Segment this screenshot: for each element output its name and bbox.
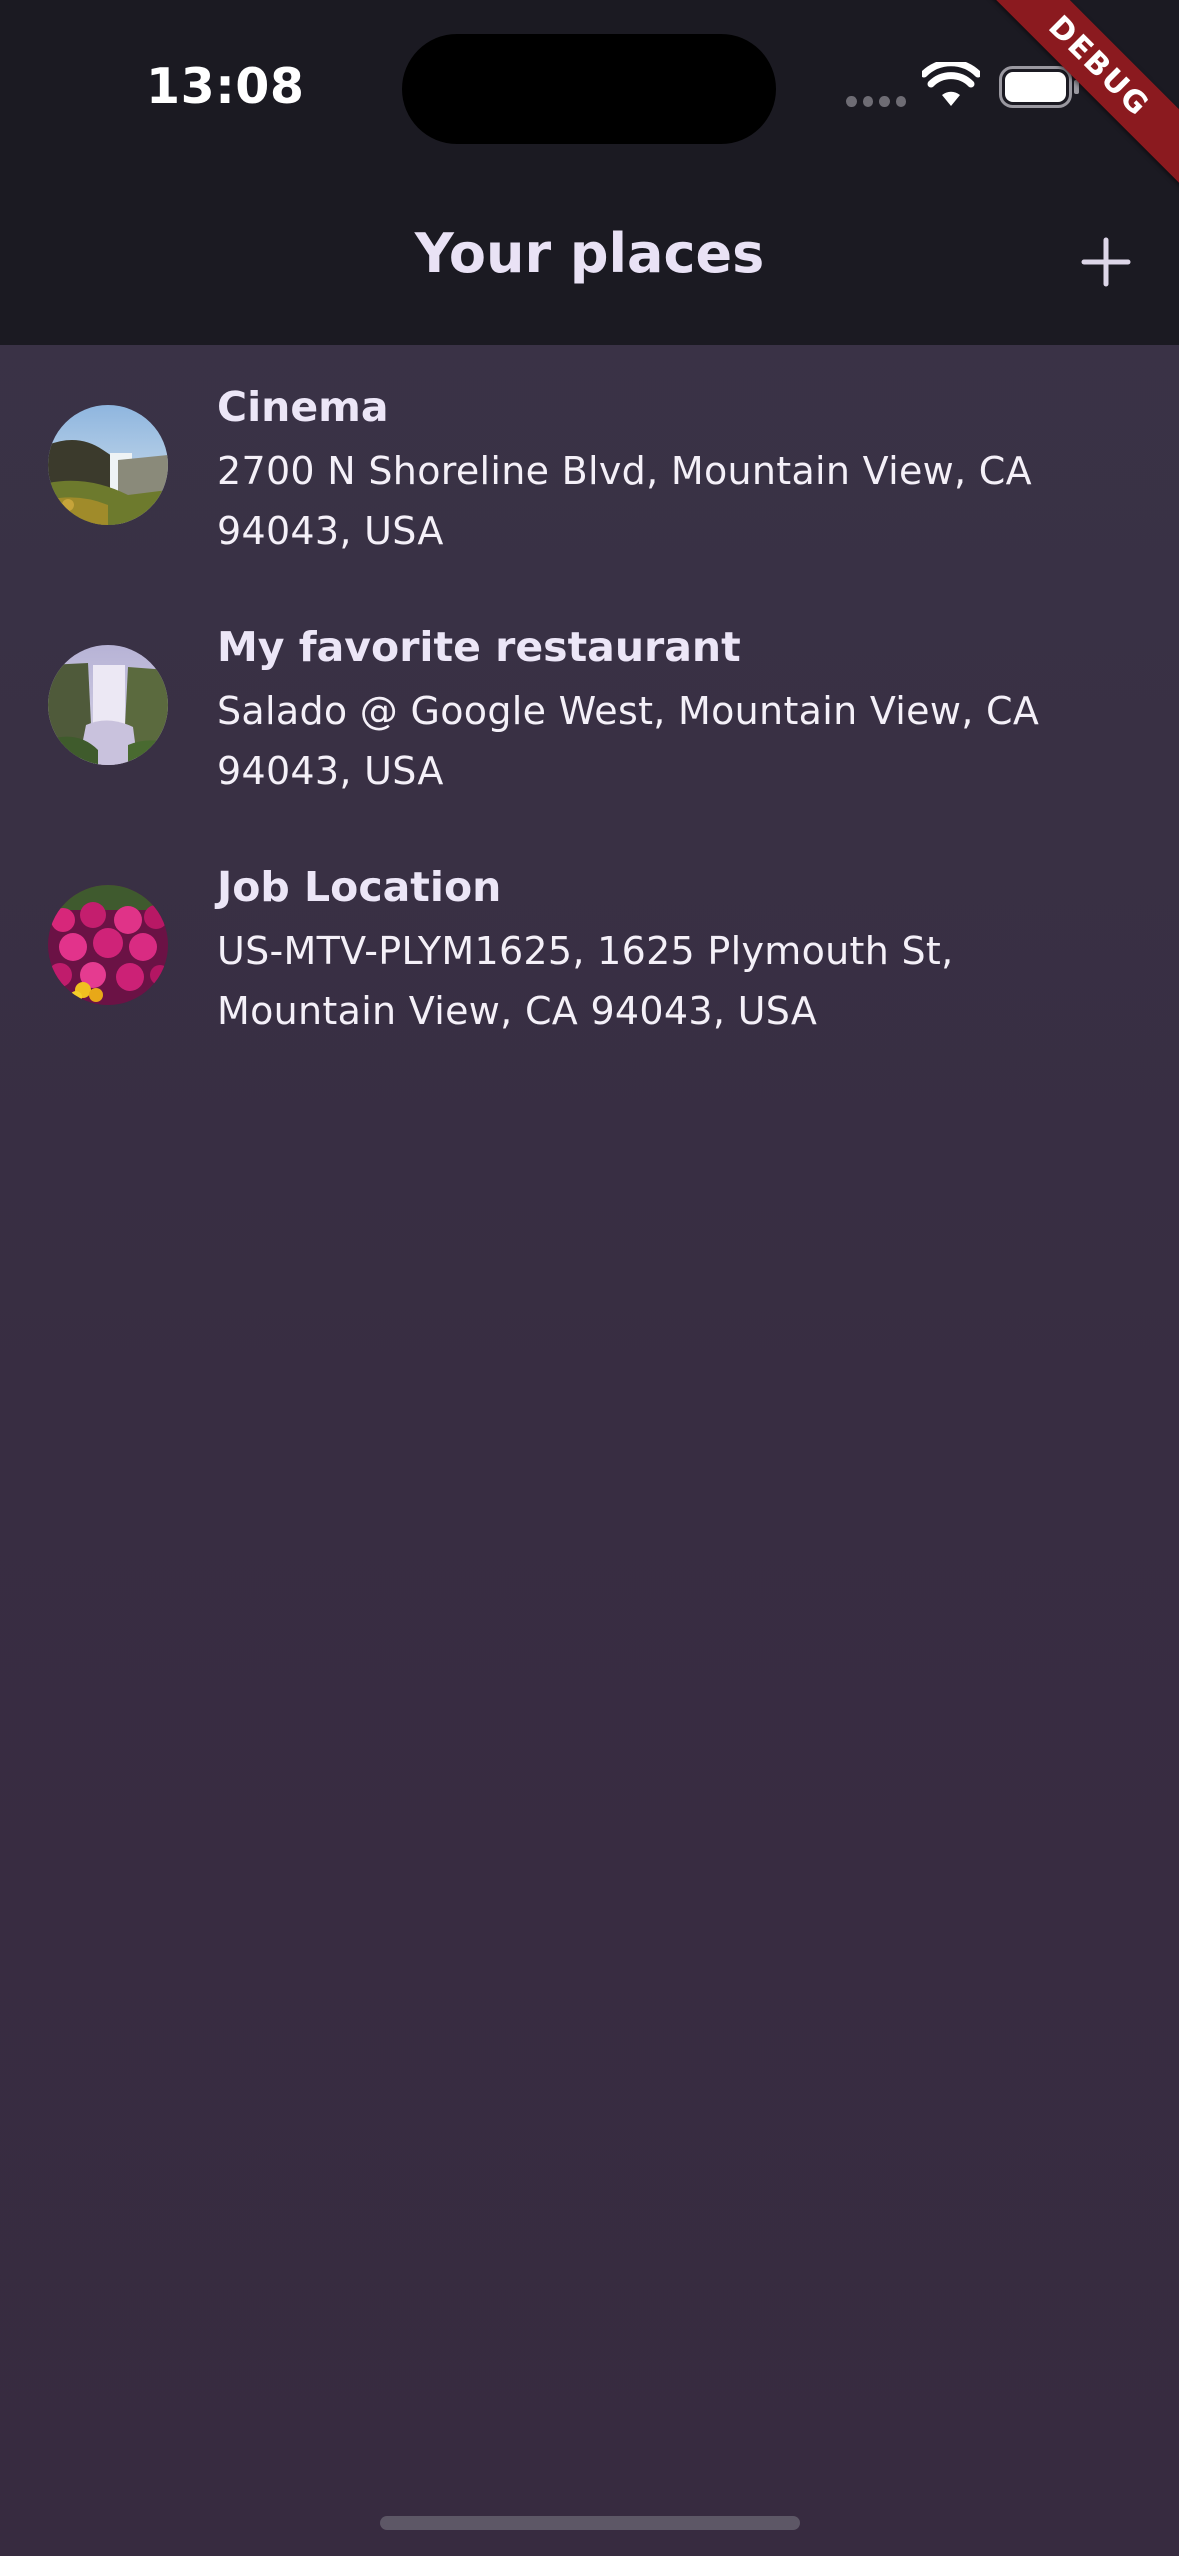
place-title: Job Location [217,863,502,911]
place-thumbnail [48,645,168,765]
place-thumbnail [48,405,168,525]
place-title: My favorite restaurant [217,623,741,671]
list-item[interactable]: Job Location US-MTV-PLYM1625, 1625 Plymo… [0,825,1179,1065]
status-time: 13:08 [146,58,305,115]
home-indicator[interactable] [380,2516,800,2530]
list-item[interactable]: Cinema 2700 N Shoreline Blvd, Mountain V… [0,345,1179,585]
place-address: 2700 N Shoreline Blvd, Mountain View, CA… [217,449,1032,553]
place-address: US-MTV-PLYM1625, 1625 Plymouth St, Mount… [217,929,954,1033]
list-item[interactable]: My favorite restaurant Salado @ Google W… [0,585,1179,825]
places-list: Cinema 2700 N Shoreline Blvd, Mountain V… [0,345,1179,1065]
page-title: Your places [414,222,765,285]
dynamic-island [402,34,776,144]
plus-icon[interactable] [1076,232,1136,292]
cellular-signal-icon [846,96,906,108]
screen: 13:08 DEBUG Your places Cinema 2700 N Sh… [0,0,1179,2556]
place-address: Salado @ Google West, Mountain View, CA … [217,689,1040,793]
app-bar: 13:08 DEBUG Your places [0,0,1179,345]
place-thumbnail [48,885,168,1005]
place-title: Cinema [217,383,389,431]
wifi-icon [922,62,980,106]
